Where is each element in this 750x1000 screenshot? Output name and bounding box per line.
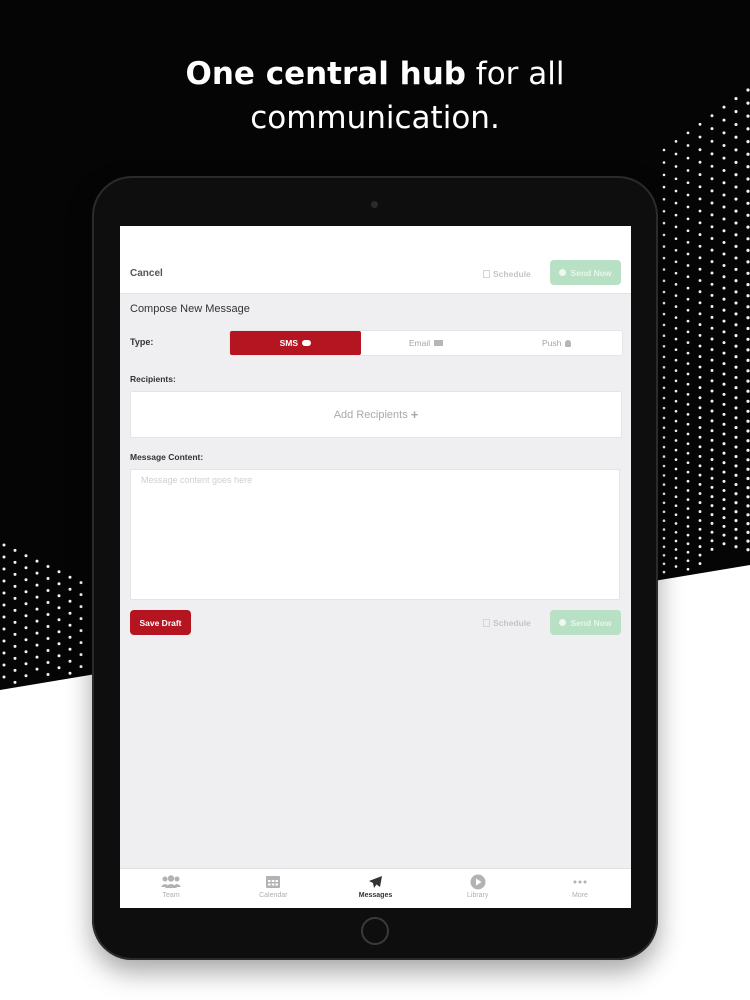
save-draft-button[interactable]: Save Draft [130, 610, 191, 635]
type-option-email[interactable]: Email [361, 331, 492, 355]
message-placeholder: Message content goes here [141, 475, 253, 485]
tab-team-label: Team [162, 892, 180, 899]
compose-title: Compose New Message [130, 303, 250, 315]
camera [371, 201, 378, 208]
schedule-button-top[interactable]: Schedule [483, 269, 531, 279]
add-recipients-label: Add Recipients [333, 408, 408, 421]
tab-calendar[interactable]: Calendar [222, 869, 324, 908]
plus-icon: + [410, 407, 419, 422]
type-label: Type: [130, 337, 154, 347]
recipients-label: Recipients: [130, 374, 176, 384]
add-recipients-button[interactable]: Add Recipients + [130, 391, 622, 438]
play-circle-icon [470, 874, 486, 889]
send-now-label: Send Now [570, 617, 612, 628]
tab-calendar-label: Calendar [259, 892, 288, 899]
schedule-label: Schedule [493, 618, 531, 628]
message-content-label: Message Content: [130, 452, 204, 462]
send-now-label: Send Now [570, 267, 612, 278]
type-sms-label: SMS [279, 338, 299, 348]
calendar-small-icon [483, 270, 490, 278]
headline-line2: communication. [250, 100, 500, 136]
app-screen: Cancel Schedule Send Now Compose New Mes… [120, 226, 631, 908]
tab-team[interactable]: Team [120, 869, 222, 908]
tab-more-label: More [571, 892, 588, 899]
more-dots-icon [573, 874, 587, 889]
status-bar [120, 226, 631, 257]
type-option-push[interactable]: Push [491, 331, 622, 355]
paper-plane-icon [368, 874, 383, 889]
calendar-icon [265, 874, 281, 889]
headline: One central hub for all communication. [0, 52, 750, 140]
tab-more[interactable]: More [529, 869, 631, 908]
headline-bold: One central hub [185, 56, 466, 92]
envelope-icon [434, 340, 444, 346]
tab-library-label: Library [467, 892, 489, 899]
chat-bubble-icon [302, 340, 312, 346]
home-button[interactable] [361, 917, 389, 945]
type-email-label: Email [408, 338, 431, 348]
top-bar: Cancel Schedule Send Now [120, 257, 631, 294]
cancel-button[interactable]: Cancel [130, 268, 163, 279]
send-now-button-bottom[interactable]: Send Now [550, 610, 621, 635]
bell-icon [565, 339, 572, 347]
tab-bar: Team Calendar Messages Library More [120, 868, 631, 908]
message-content-input[interactable]: Message content goes here [130, 469, 620, 600]
team-icon [160, 874, 182, 889]
calendar-small-icon [483, 619, 490, 627]
type-push-label: Push [541, 338, 562, 348]
tab-library[interactable]: Library [427, 869, 529, 908]
tab-messages-label: Messages [358, 892, 393, 899]
headline-rest: for all [465, 56, 565, 92]
message-type-selector: SMS Email Push [229, 330, 623, 356]
send-now-button-top[interactable]: Send Now [550, 260, 621, 285]
schedule-button-bottom[interactable]: Schedule [483, 618, 531, 628]
send-arrow-icon [559, 269, 567, 276]
type-option-sms[interactable]: SMS [230, 331, 361, 355]
send-arrow-icon [559, 619, 567, 626]
tab-messages[interactable]: Messages [324, 869, 426, 908]
schedule-label: Schedule [493, 269, 531, 279]
